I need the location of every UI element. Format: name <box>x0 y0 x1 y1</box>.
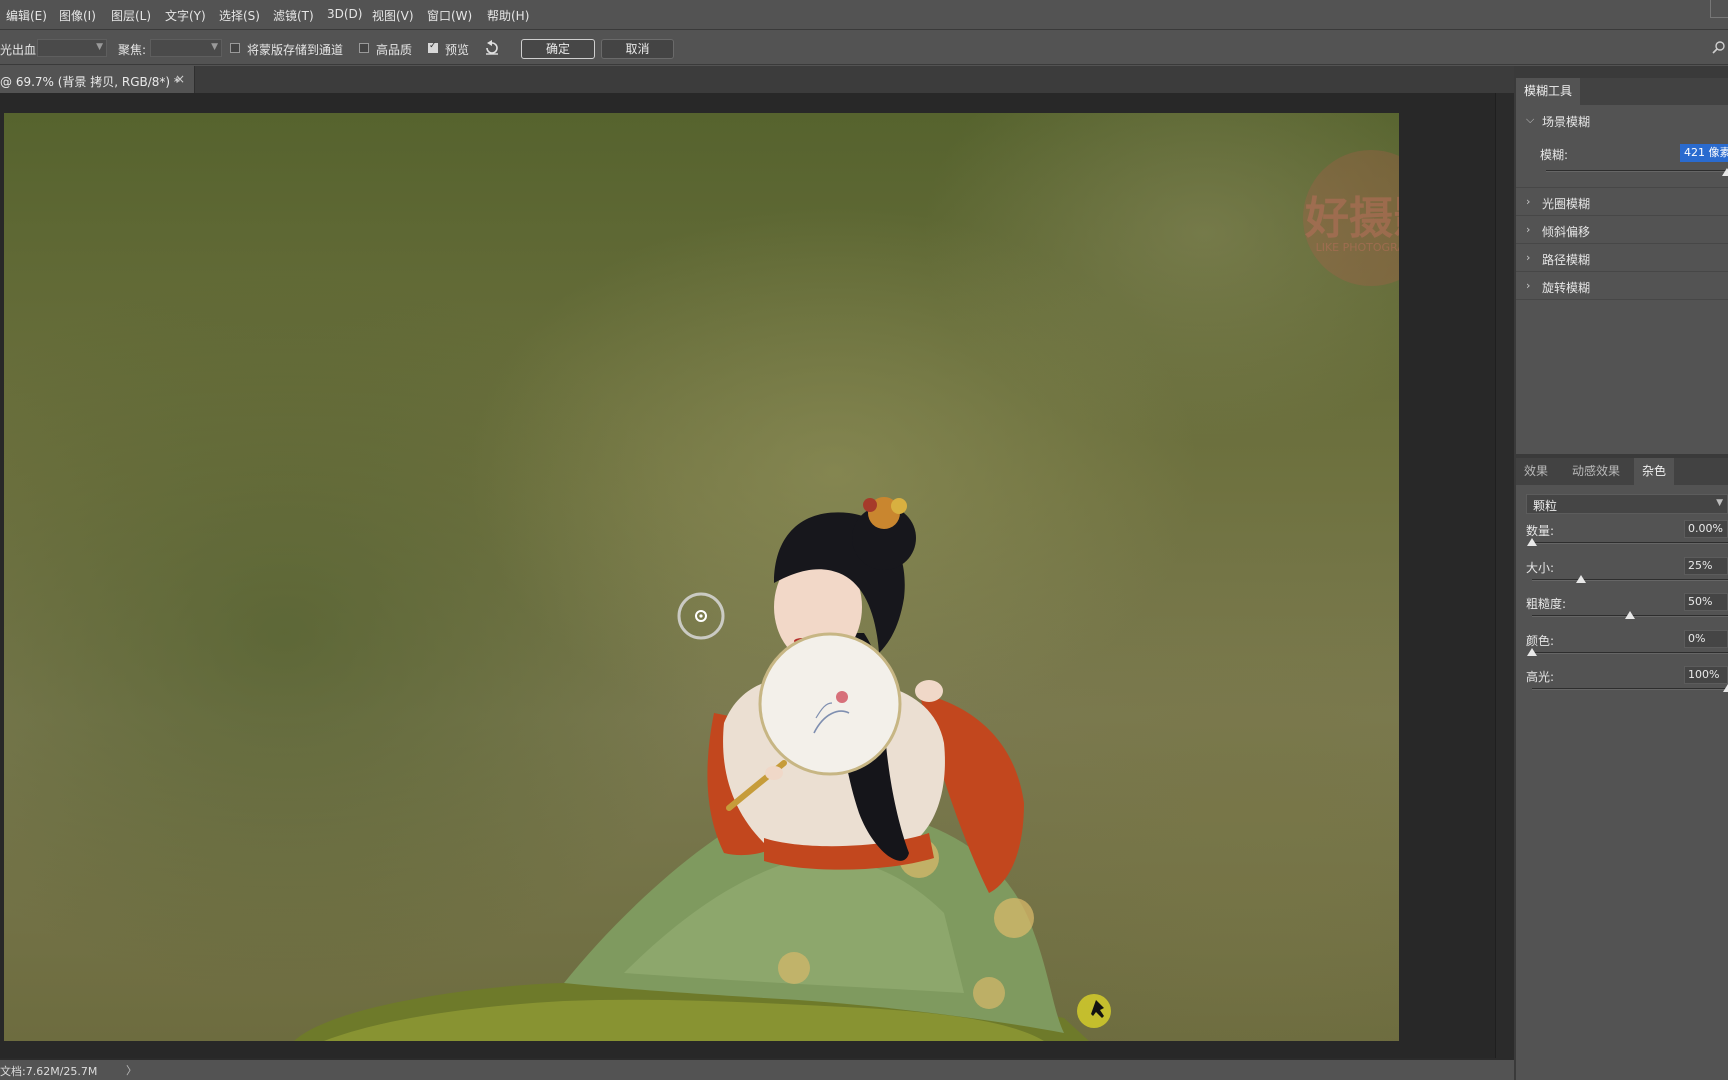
menu-bar: 编辑(E) 图像(I) 图层(L) 文字(Y) 选择(S) 滤镜(T) 3D(D… <box>0 0 1728 30</box>
focus-label: 聚焦: <box>118 43 147 57</box>
blur-tools-panel: 模糊工具 ⌵ 场景模糊 模糊: 421 像素 › 光圈模糊 › 倾斜偏移 › 路… <box>1516 78 1728 454</box>
noise-type-value: 颗粒 <box>1533 499 1558 513</box>
watermark-logo: 好摄影 <box>1304 193 1399 244</box>
cancel-button[interactable]: 取消 <box>601 39 674 59</box>
iris-blur-label: 光圈模糊 <box>1542 197 1591 211</box>
photo-content: 好摄影 LIKE PHOTOGRAPHY <box>294 150 1399 1041</box>
field-blur-section: ⌵ 场景模糊 模糊: 421 像素 <box>1516 106 1728 188</box>
ok-button[interactable]: 确定 <box>521 39 595 59</box>
document-tab-bar: @ 69.7% (背景 拷贝, RGB/8*) * × <box>0 66 1514 93</box>
spin-blur-section[interactable]: › 旋转模糊 <box>1516 272 1728 300</box>
vertical-scrollbar[interactable] <box>1495 93 1514 1058</box>
photo-canvas[interactable]: 好摄影 LIKE PHOTOGRAPHY <box>4 113 1399 1041</box>
chevron-down-icon: ▼ <box>211 42 218 52</box>
noise-panel: 效果 动感效果 杂色 颗粒 ▼ 数量: 0.00% 大小: 25% 粗糙度: 50% 颜色:… <box>1516 458 1728 1080</box>
path-blur-label: 路径模糊 <box>1542 253 1591 267</box>
noise-roughness-label: 粗糙度: <box>1526 597 1567 611</box>
menu-filter[interactable]: 滤镜(T) <box>273 7 314 24</box>
noise-size-slider-thumb[interactable] <box>1576 574 1586 583</box>
noise-size-input[interactable]: 25% <box>1684 556 1728 575</box>
noise-color-slider[interactable] <box>1532 651 1728 654</box>
noise-size-label: 大小: <box>1526 560 1555 575</box>
effects-tabs: 效果 动感效果 杂色 <box>1516 458 1728 485</box>
window-control-button[interactable] <box>1710 0 1728 18</box>
chevron-down-icon: ▼ <box>96 42 103 52</box>
tab-noise[interactable]: 杂色 <box>1634 458 1675 485</box>
blur-tools-tabs: 模糊工具 <box>1516 78 1728 105</box>
canvas-area[interactable]: 好摄影 LIKE PHOTOGRAPHY <box>0 93 1495 1058</box>
options-bar: 光出血: ▼ 聚焦: ▼ 将蒙版存储到通道 高品质 预览 确定 取消 <box>0 31 1728 65</box>
menu-type[interactable]: 文字(Y) <box>165 7 206 24</box>
blur-amount-input[interactable]: 421 像素 <box>1680 144 1728 162</box>
menu-view[interactable]: 视图(V) <box>372 7 414 24</box>
noise-color-label: 颜色: <box>1526 633 1555 648</box>
blur-amount-slider[interactable] <box>1546 170 1728 172</box>
tilt-shift-label: 倾斜偏移 <box>1542 225 1591 239</box>
document-tab-title: @ 69.7% (背景 拷贝, RGB/8*) * <box>0 75 180 89</box>
noise-amount-input[interactable]: 0.00% <box>1684 520 1728 538</box>
tab-motion-effects[interactable]: 动感效果 <box>1564 458 1628 485</box>
menu-help[interactable]: 帮助(H) <box>487 7 529 24</box>
reset-pin-icon[interactable] <box>483 39 501 57</box>
noise-roughness-slider-thumb[interactable] <box>1625 611 1635 619</box>
preview-label: 预览 <box>445 43 470 57</box>
chevron-down-icon: ▼ <box>1716 498 1723 508</box>
focus-input[interactable]: ▼ <box>150 39 222 57</box>
noise-highlights-label: 高光: <box>1526 670 1555 684</box>
save-mask-label: 将蒙版存储到通道 <box>247 43 344 57</box>
noise-color-input[interactable]: 0% <box>1684 629 1728 648</box>
menu-layer[interactable]: 图层(L) <box>111 7 151 24</box>
blur-amount-slider-thumb[interactable] <box>1722 168 1728 176</box>
path-blur-section[interactable]: › 路径模糊 <box>1516 244 1728 272</box>
noise-size-slider[interactable] <box>1532 578 1728 581</box>
menu-select[interactable]: 选择(S) <box>219 7 260 24</box>
noise-amount-label: 数量: <box>1526 524 1555 538</box>
bleed-input[interactable]: ▼ <box>37 39 107 57</box>
document-tab[interactable]: @ 69.7% (背景 拷贝, RGB/8*) * × <box>0 66 195 93</box>
document-size-status: 文档:7.62M/25.7M <box>0 1065 98 1078</box>
noise-type-select[interactable]: 颗粒 ▼ <box>1526 494 1728 514</box>
iris-blur-section[interactable]: › 光圈模糊 <box>1516 188 1728 216</box>
status-menu-arrow-icon[interactable]: 〉 <box>126 1062 137 1078</box>
high-quality-checkbox[interactable] <box>359 43 369 53</box>
status-bar: 文档:7.62M/25.7M 〉 <box>0 1060 1514 1080</box>
noise-amount-slider[interactable] <box>1532 542 1728 544</box>
menu-image[interactable]: 图像(I) <box>59 7 96 24</box>
chevron-right-icon: › <box>1526 195 1531 208</box>
high-quality-label: 高品质 <box>376 43 413 57</box>
round-fan <box>758 632 902 776</box>
menu-3d[interactable]: 3D(D) <box>327 7 362 21</box>
noise-amount-slider-thumb[interactable] <box>1527 538 1537 546</box>
watermark-subtitle: LIKE PHOTOGRAPHY <box>1316 241 1399 254</box>
chevron-right-icon: › <box>1526 251 1531 264</box>
chevron-right-icon: › <box>1526 223 1531 236</box>
noise-roughness-input[interactable]: 50% <box>1684 593 1728 611</box>
field-blur-label[interactable]: 场景模糊 <box>1542 113 1590 130</box>
spin-blur-label: 旋转模糊 <box>1542 281 1591 295</box>
pin-cursor-icon <box>1077 994 1111 1028</box>
tilt-shift-section[interactable]: › 倾斜偏移 <box>1516 216 1728 244</box>
noise-highlights-input[interactable]: 100% <box>1684 666 1728 684</box>
chevron-down-icon[interactable]: ⌵ <box>1526 113 1534 127</box>
blur-amount-label: 模糊: <box>1540 148 1569 162</box>
chevron-right-icon: › <box>1526 279 1531 292</box>
menu-edit[interactable]: 编辑(E) <box>6 7 47 24</box>
tab-effects[interactable]: 效果 <box>1516 458 1556 485</box>
noise-color-slider-thumb[interactable] <box>1527 647 1537 656</box>
noise-highlights-slider[interactable] <box>1532 688 1728 690</box>
save-mask-checkbox[interactable] <box>230 43 240 53</box>
blur-pin-icon[interactable] <box>677 592 725 640</box>
preview-checkbox[interactable] <box>428 41 438 53</box>
search-icon[interactable] <box>1712 40 1726 54</box>
menu-window[interactable]: 窗口(W) <box>427 7 472 24</box>
noise-highlights-slider-thumb[interactable] <box>1723 684 1728 692</box>
tab-blur-tools[interactable]: 模糊工具 <box>1516 78 1581 105</box>
bleed-label: 光出血: <box>0 43 41 57</box>
close-icon[interactable]: × <box>175 72 185 86</box>
